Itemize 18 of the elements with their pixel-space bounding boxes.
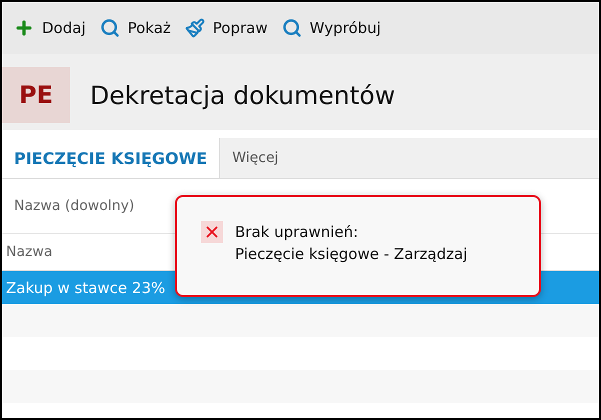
search-icon xyxy=(282,18,302,38)
error-message: Brak uprawnień: xyxy=(235,222,360,243)
filter-label[interactable]: Nazwa (dowolny) xyxy=(14,198,134,214)
tab[interactable]: PIECZĘCIE KSIĘGOWE xyxy=(2,138,220,178)
module-badge: PE xyxy=(2,67,70,123)
error-message: Pieczęcie księgowe - Zarządzaj xyxy=(235,244,468,265)
toolbar-button[interactable]: Popraw xyxy=(184,18,268,38)
tab[interactable]: Więcej xyxy=(220,138,290,178)
toolbar-button[interactable]: Pokaż xyxy=(100,18,171,38)
page-title: Dekretacja dokumentów xyxy=(90,80,396,110)
toolbar-button[interactable]: Dodaj xyxy=(14,18,86,38)
error-icon xyxy=(201,221,223,243)
column-header[interactable]: Nazwa xyxy=(6,244,52,260)
toolbar-button[interactable]: Wypróbuj xyxy=(282,18,381,38)
search-icon xyxy=(100,18,120,38)
table-cell: Zakup w stawce 23% xyxy=(6,278,166,296)
brush-icon xyxy=(184,18,205,38)
plus-icon xyxy=(14,18,34,38)
